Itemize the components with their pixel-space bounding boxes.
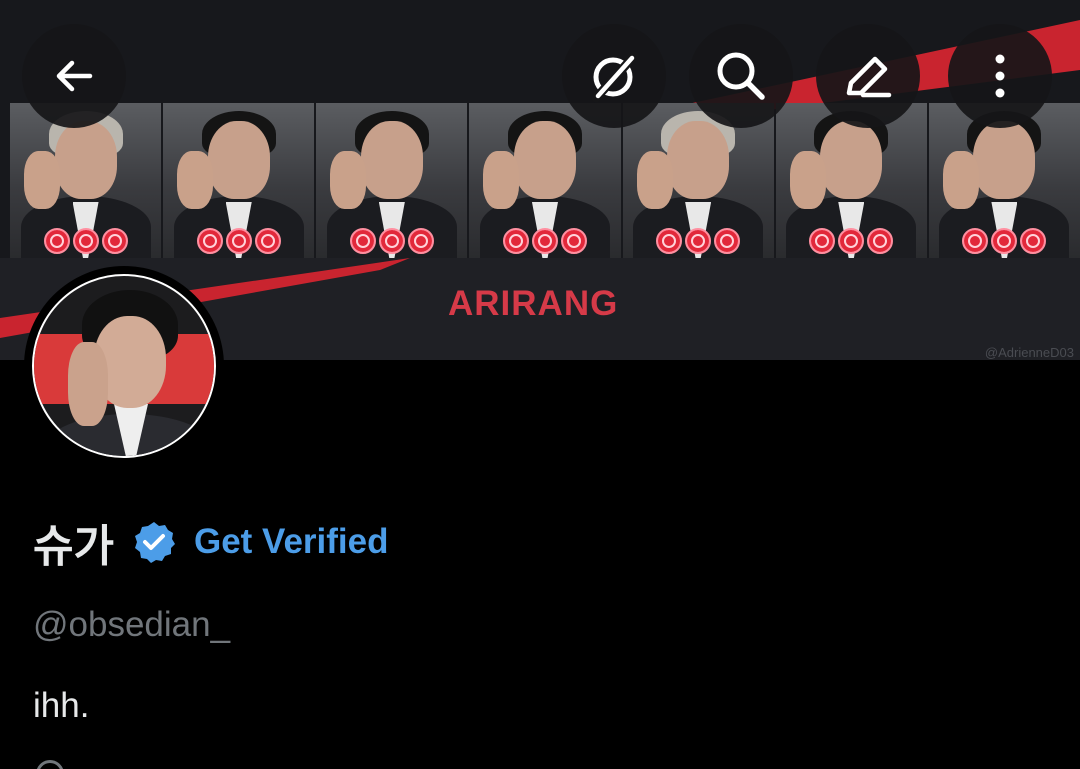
- display-name: 슈가: [33, 522, 114, 571]
- banner-photo: [469, 103, 621, 258]
- grok-icon: [591, 51, 639, 103]
- banner-photo-strip: [10, 103, 1080, 258]
- verified-badge-icon[interactable]: [132, 520, 176, 564]
- profile-handle: @obsedian_: [33, 605, 231, 644]
- profile-name-row: 슈가 Get Verified: [33, 512, 389, 572]
- search-button[interactable]: [689, 24, 793, 128]
- banner-photo: [316, 103, 468, 258]
- more-vertical-icon: [995, 54, 1005, 98]
- arrow-left-icon: [56, 60, 93, 92]
- profile-screen: ARIRANG @AdrienneD03 슈가 Get Verified @ob…: [0, 0, 1080, 769]
- profile-bio: ihh.: [33, 686, 90, 725]
- profile-avatar[interactable]: [24, 266, 224, 466]
- grok-button[interactable]: [562, 24, 666, 128]
- edit-pencil-icon: [846, 56, 892, 98]
- location-icon: [36, 760, 64, 769]
- banner-photo: [163, 103, 315, 258]
- banner-photo: [775, 103, 927, 258]
- search-icon: [717, 52, 765, 100]
- edit-button[interactable]: [816, 24, 920, 128]
- avatar-image: [32, 274, 216, 458]
- back-button[interactable]: [22, 24, 126, 128]
- banner-title: ARIRANG: [448, 284, 619, 323]
- more-options-button[interactable]: [948, 24, 1052, 128]
- banner-watermark: @AdrienneD03: [984, 345, 1074, 360]
- get-verified-link[interactable]: Get Verified: [194, 522, 389, 562]
